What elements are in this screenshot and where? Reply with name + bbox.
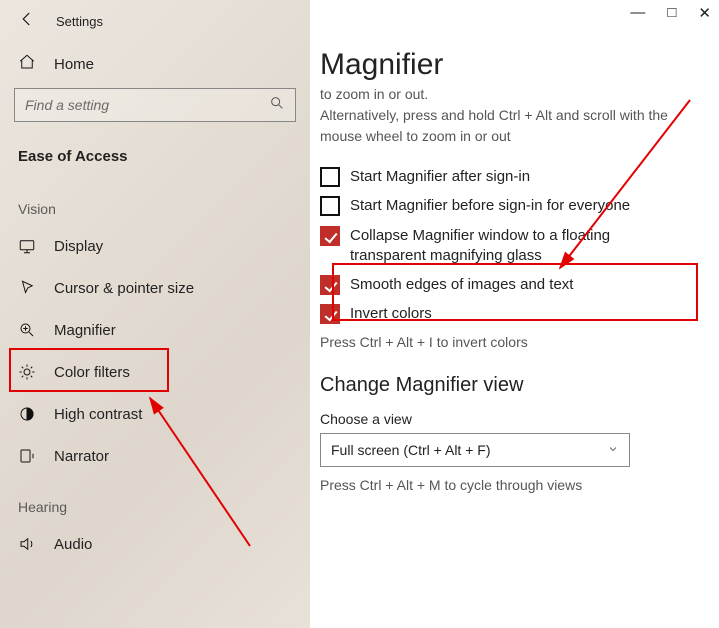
annotation-arrows — [0, 0, 719, 628]
